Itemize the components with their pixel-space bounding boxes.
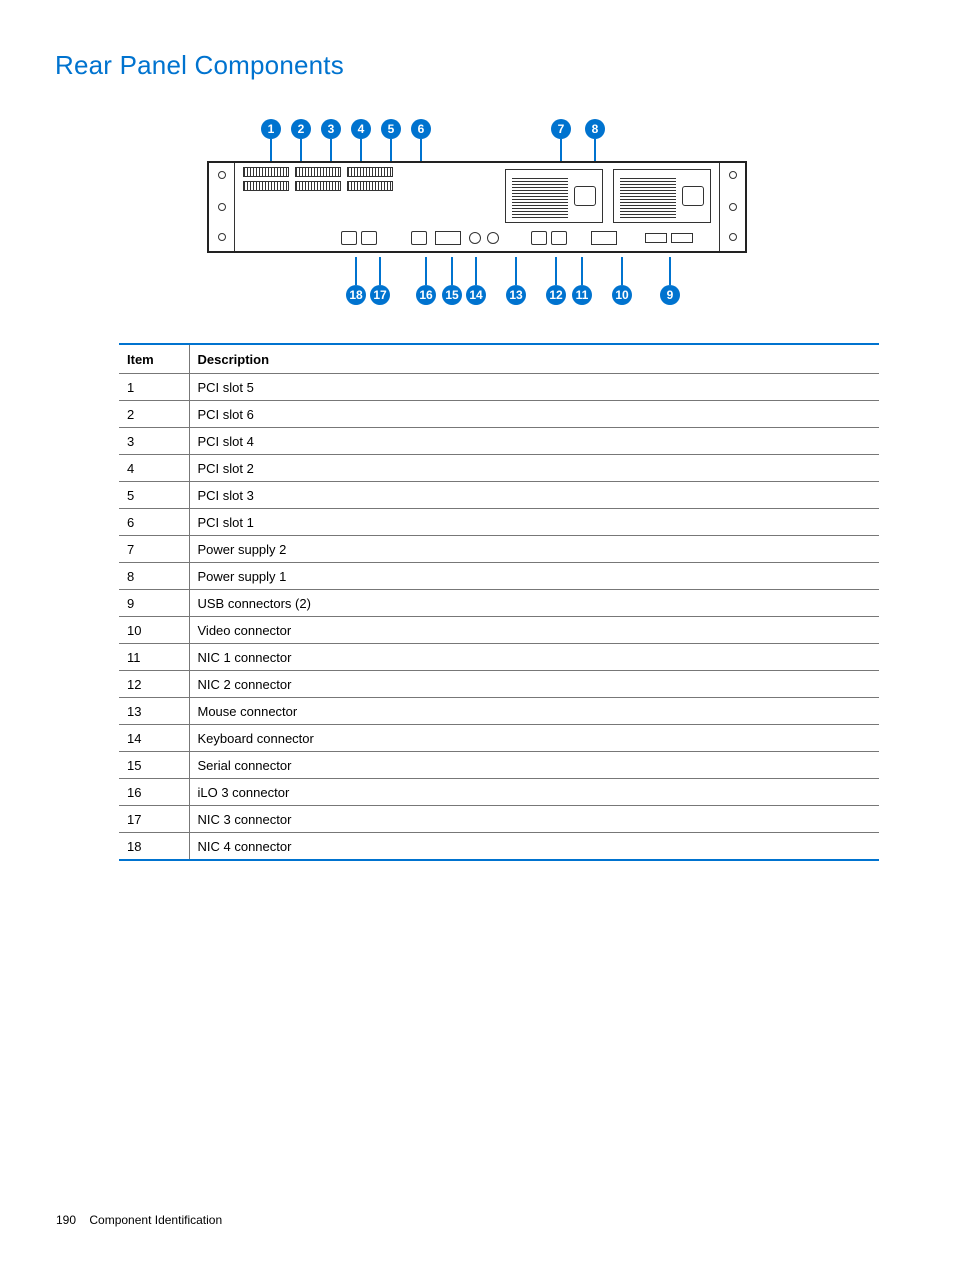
col-item: Item <box>119 344 189 374</box>
cell-description: Keyboard connector <box>189 725 879 752</box>
callout-16: 16 <box>416 285 436 305</box>
cell-item: 1 <box>119 374 189 401</box>
callout-row-bottom: 18 17 16 15 14 13 12 11 10 9 <box>207 257 747 305</box>
cell-description: PCI slot 1 <box>189 509 879 536</box>
cell-description: PCI slot 3 <box>189 482 879 509</box>
col-description: Description <box>189 344 879 374</box>
table-row: 14Keyboard connector <box>119 725 879 752</box>
cell-description: USB connectors (2) <box>189 590 879 617</box>
table-row: 13Mouse connector <box>119 698 879 725</box>
callout-7: 7 <box>551 119 571 139</box>
cell-description: Power supply 1 <box>189 563 879 590</box>
cell-description: NIC 3 connector <box>189 806 879 833</box>
cell-description: PCI slot 2 <box>189 455 879 482</box>
cell-description: PCI slot 5 <box>189 374 879 401</box>
table-row: 10Video connector <box>119 617 879 644</box>
cell-item: 12 <box>119 671 189 698</box>
cell-item: 17 <box>119 806 189 833</box>
cell-item: 2 <box>119 401 189 428</box>
cell-item: 3 <box>119 428 189 455</box>
callout-5: 5 <box>381 119 401 139</box>
cell-description: Video connector <box>189 617 879 644</box>
callout-13: 13 <box>506 285 526 305</box>
cell-item: 18 <box>119 833 189 861</box>
callout-18: 18 <box>346 285 366 305</box>
table-row: 15Serial connector <box>119 752 879 779</box>
cell-item: 16 <box>119 779 189 806</box>
cell-item: 10 <box>119 617 189 644</box>
cell-description: Mouse connector <box>189 698 879 725</box>
callout-15: 15 <box>442 285 462 305</box>
cell-description: iLO 3 connector <box>189 779 879 806</box>
callout-row-top: 1 2 3 4 5 6 7 8 <box>207 119 747 161</box>
table-row: 8Power supply 1 <box>119 563 879 590</box>
table-header-row: Item Description <box>119 344 879 374</box>
cell-description: Power supply 2 <box>189 536 879 563</box>
cell-item: 13 <box>119 698 189 725</box>
callout-11: 11 <box>572 285 592 305</box>
table-row: 11NIC 1 connector <box>119 644 879 671</box>
section-title: Component Identification <box>89 1213 222 1227</box>
callout-1: 1 <box>261 119 281 139</box>
cell-item: 11 <box>119 644 189 671</box>
callout-4: 4 <box>351 119 371 139</box>
callout-14: 14 <box>466 285 486 305</box>
callout-6: 6 <box>411 119 431 139</box>
callout-8: 8 <box>585 119 605 139</box>
cell-description: PCI slot 6 <box>189 401 879 428</box>
cell-item: 4 <box>119 455 189 482</box>
table-row: 3PCI slot 4 <box>119 428 879 455</box>
table-row: 2PCI slot 6 <box>119 401 879 428</box>
cell-item: 5 <box>119 482 189 509</box>
page-footer: 190 Component Identification <box>56 1213 222 1227</box>
callout-10: 10 <box>612 285 632 305</box>
callout-12: 12 <box>546 285 566 305</box>
table-row: 4PCI slot 2 <box>119 455 879 482</box>
table-row: 7Power supply 2 <box>119 536 879 563</box>
rear-panel-illustration <box>207 161 747 253</box>
rear-panel-diagram: 1 2 3 4 5 6 7 8 <box>55 119 899 305</box>
table-row: 9USB connectors (2) <box>119 590 879 617</box>
cell-item: 9 <box>119 590 189 617</box>
cell-item: 6 <box>119 509 189 536</box>
callout-2: 2 <box>291 119 311 139</box>
cell-item: 14 <box>119 725 189 752</box>
cell-description: NIC 4 connector <box>189 833 879 861</box>
cell-item: 7 <box>119 536 189 563</box>
table-row: 12NIC 2 connector <box>119 671 879 698</box>
table-row: 17NIC 3 connector <box>119 806 879 833</box>
cell-description: Serial connector <box>189 752 879 779</box>
cell-description: NIC 1 connector <box>189 644 879 671</box>
callout-9: 9 <box>660 285 680 305</box>
cell-item: 15 <box>119 752 189 779</box>
callout-17: 17 <box>370 285 390 305</box>
table-row: 6PCI slot 1 <box>119 509 879 536</box>
cell-description: PCI slot 4 <box>189 428 879 455</box>
page-number: 190 <box>56 1213 76 1227</box>
cell-item: 8 <box>119 563 189 590</box>
table-row: 1PCI slot 5 <box>119 374 879 401</box>
callout-3: 3 <box>321 119 341 139</box>
cell-description: NIC 2 connector <box>189 671 879 698</box>
page-title: Rear Panel Components <box>55 50 899 81</box>
component-table: Item Description 1PCI slot 52PCI slot 63… <box>119 343 879 861</box>
table-row: 16iLO 3 connector <box>119 779 879 806</box>
table-row: 5PCI slot 3 <box>119 482 879 509</box>
table-row: 18NIC 4 connector <box>119 833 879 861</box>
